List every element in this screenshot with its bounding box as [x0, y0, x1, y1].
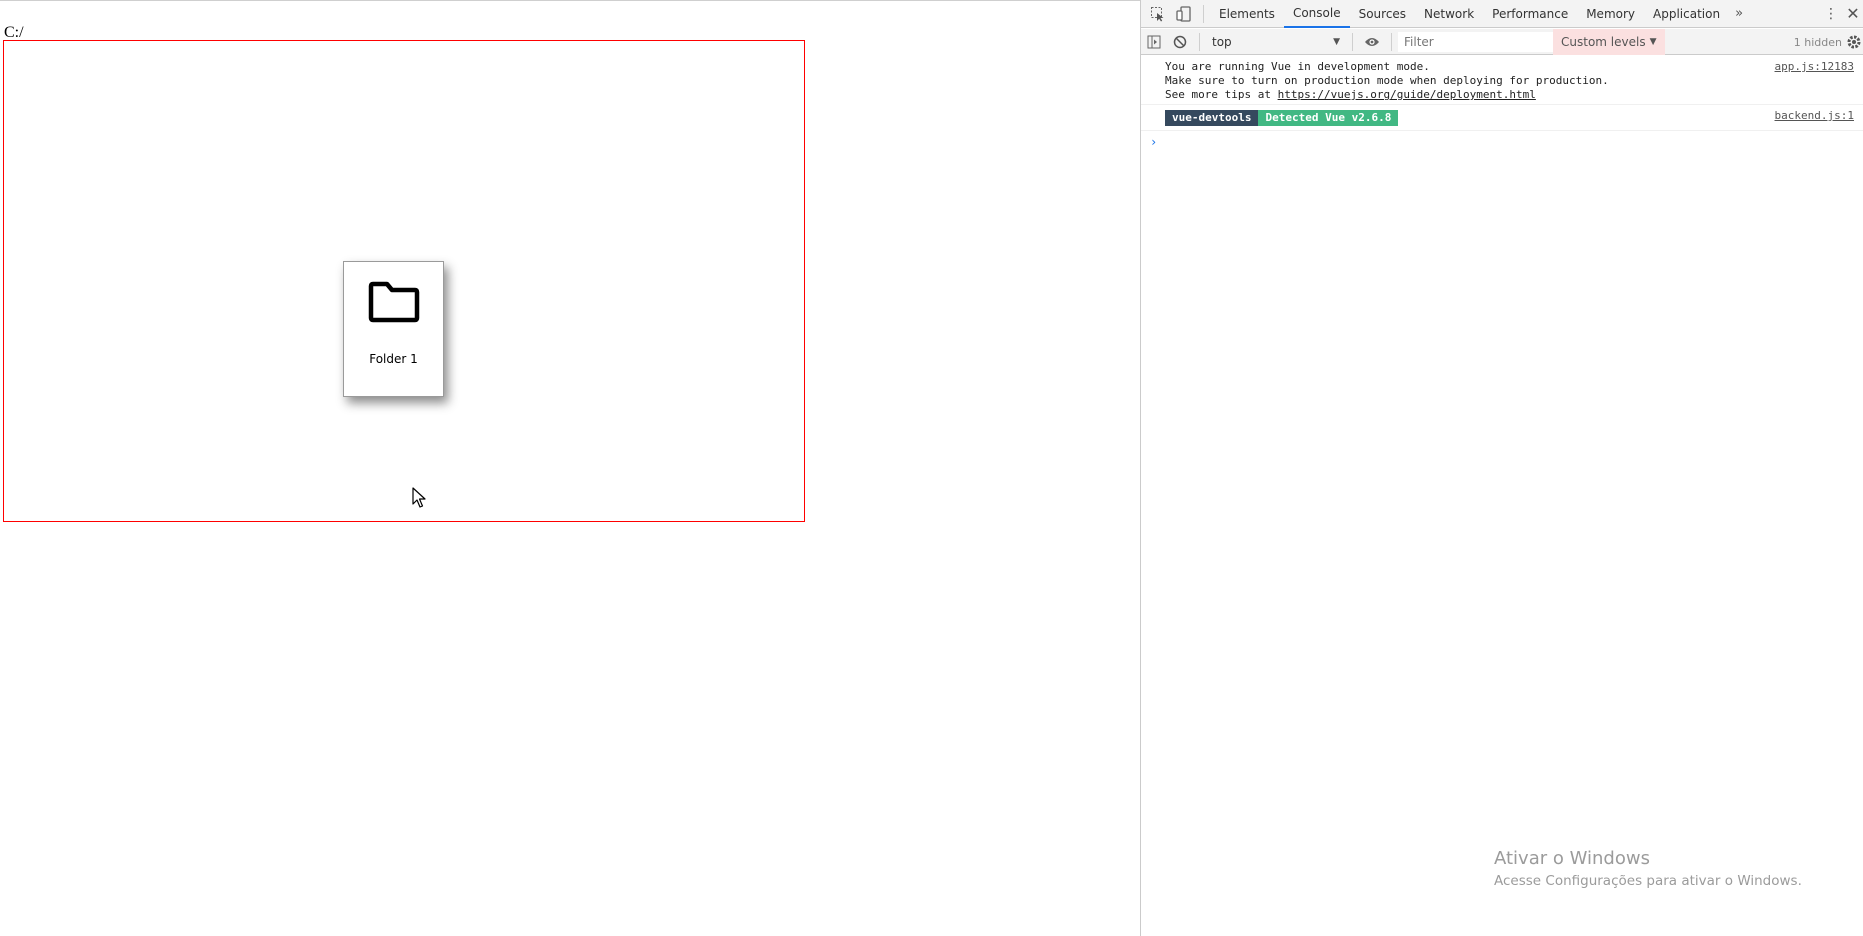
toolbar-divider — [1203, 4, 1204, 23]
vue-devtools-badge: vue-devtools Detected Vue v2.6.8 — [1165, 109, 1842, 126]
console-message: You are running Vue in development mode.… — [1141, 56, 1863, 105]
log-levels-dropdown[interactable]: Custom levels ▼ — [1553, 28, 1665, 55]
devtools-panel: Elements Console Sources Network Perform… — [1140, 0, 1863, 936]
console-settings-gear-icon[interactable] — [1846, 33, 1862, 51]
mouse-cursor-icon — [412, 487, 426, 508]
console-output: You are running Vue in development mode.… — [1141, 56, 1863, 149]
message-text: See more tips at — [1165, 88, 1278, 101]
tab-performance[interactable]: Performance — [1483, 0, 1577, 28]
deployment-guide-link[interactable]: https://vuejs.org/guide/deployment.html — [1278, 88, 1536, 101]
source-link[interactable]: app.js:12183 — [1775, 60, 1854, 74]
tab-sources[interactable]: Sources — [1350, 0, 1415, 28]
devtools-tabs: Elements Console Sources Network Perform… — [1210, 0, 1729, 28]
log-levels-label: Custom levels — [1561, 34, 1646, 49]
tab-elements[interactable]: Elements — [1210, 0, 1284, 28]
message-line: You are running Vue in development mode. — [1165, 60, 1430, 73]
console-toolbar: top ▼ Custom levels ▼ 1 hidden — [1141, 28, 1863, 56]
folder-card[interactable]: Folder 1 — [343, 261, 444, 397]
toolbar-divider — [1199, 32, 1200, 51]
tab-console[interactable]: Console — [1283, 0, 1350, 28]
console-prompt[interactable]: › — [1141, 131, 1863, 149]
folder-name: Folder 1 — [369, 352, 418, 366]
dropdown-arrow-icon: ▼ — [1649, 36, 1657, 47]
detected-vue-label: Detected Vue v2.6.8 — [1258, 109, 1399, 126]
close-devtools-icon[interactable]: ✕ — [1842, 0, 1863, 28]
vue-devtools-label: vue-devtools — [1165, 109, 1259, 126]
live-expression-eye-icon[interactable] — [1359, 28, 1385, 56]
message-line: Make sure to turn on production mode whe… — [1165, 74, 1609, 87]
customize-menu-icon[interactable]: ⋮ — [1820, 0, 1842, 28]
more-tabs-icon[interactable]: » — [1729, 6, 1749, 21]
message-line: See more tips at https://vuejs.org/guide… — [1165, 88, 1842, 102]
source-link[interactable]: backend.js:1 — [1775, 109, 1854, 123]
web-page: C:/ Folder 1 — [0, 0, 1140, 936]
watermark-title: Ativar o Windows — [1494, 848, 1650, 869]
devtools-tabbar: Elements Console Sources Network Perform… — [1141, 0, 1863, 28]
tab-memory[interactable]: Memory — [1577, 0, 1644, 28]
tab-network[interactable]: Network — [1415, 0, 1483, 28]
toolbar-divider — [1352, 32, 1353, 51]
device-toolbar-icon[interactable] — [1171, 0, 1197, 28]
clear-console-icon[interactable] — [1167, 28, 1193, 56]
inspect-element-icon[interactable] — [1145, 0, 1171, 28]
toolbar-divider — [1391, 32, 1392, 51]
dropdown-arrow-icon: ▼ — [1333, 36, 1340, 47]
console-filter-input[interactable] — [1398, 31, 1553, 52]
drop-zone[interactable]: Folder 1 — [3, 40, 805, 522]
context-value: top — [1212, 34, 1232, 49]
context-selector[interactable]: top ▼ — [1206, 32, 1346, 52]
devtools-window-controls: ⋮ ✕ — [1820, 0, 1863, 28]
sidebar-toggle-icon[interactable] — [1141, 28, 1167, 56]
watermark-subtitle: Acesse Configurações para ativar o Windo… — [1494, 873, 1802, 889]
windows-activation-watermark: Ativar o Windows Acesse Configurações pa… — [1494, 848, 1802, 889]
folder-icon — [368, 281, 420, 323]
hidden-messages-count: 1 hidden — [1793, 35, 1842, 49]
console-message: vue-devtools Detected Vue v2.6.8 backend… — [1141, 105, 1863, 131]
tab-application[interactable]: Application — [1644, 0, 1729, 28]
